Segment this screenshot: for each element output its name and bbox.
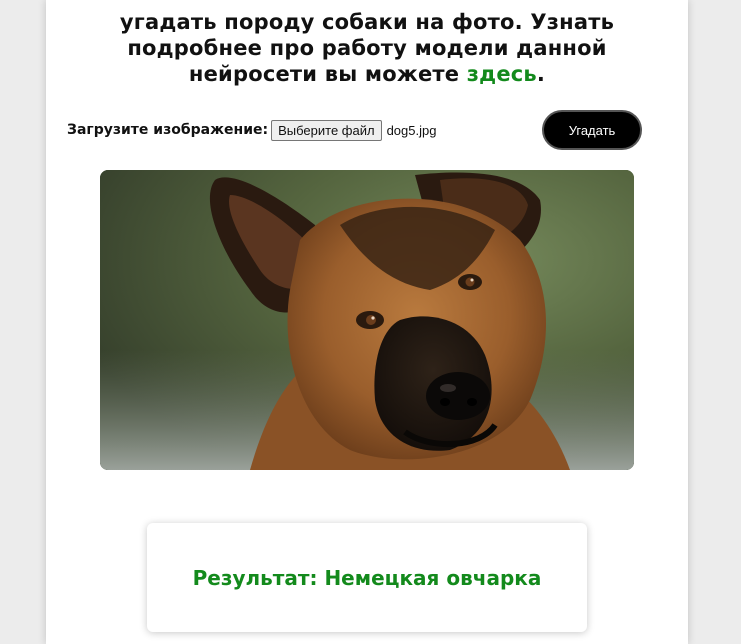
intro-line-3-suffix: . bbox=[536, 62, 546, 86]
upload-row: Загрузите изображение: Выберите файл dog… bbox=[67, 119, 437, 141]
intro-cut-line bbox=[46, 0, 688, 9]
choose-file-button[interactable]: Выберите файл bbox=[271, 119, 382, 141]
model-info-link[interactable]: здесь bbox=[467, 62, 537, 86]
result-card: Результат: Немецкая овчарка bbox=[147, 523, 587, 632]
intro-line-3-prefix: нейросети вы можете bbox=[188, 62, 467, 86]
guess-button[interactable]: Угадать bbox=[542, 110, 642, 150]
upload-label: Загрузите изображение: bbox=[67, 122, 269, 138]
german-shepherd-illustration bbox=[100, 170, 634, 470]
intro-line-2: подробнее про работу модели данной bbox=[127, 36, 607, 60]
result-text: Результат: Немецкая овчарка bbox=[192, 565, 542, 590]
intro-line-3: нейросети вы можете здесь. bbox=[46, 61, 688, 87]
dog-photo bbox=[100, 170, 634, 470]
intro-line-1: угадать породу собаки на фото. Узнать bbox=[119, 10, 615, 34]
page-container: угадать породу собаки на фото. Узнать по… bbox=[46, 0, 688, 644]
intro-text: угадать породу собаки на фото. Узнать по… bbox=[46, 0, 688, 87]
selected-file-name: dog5.jpg bbox=[386, 122, 437, 138]
